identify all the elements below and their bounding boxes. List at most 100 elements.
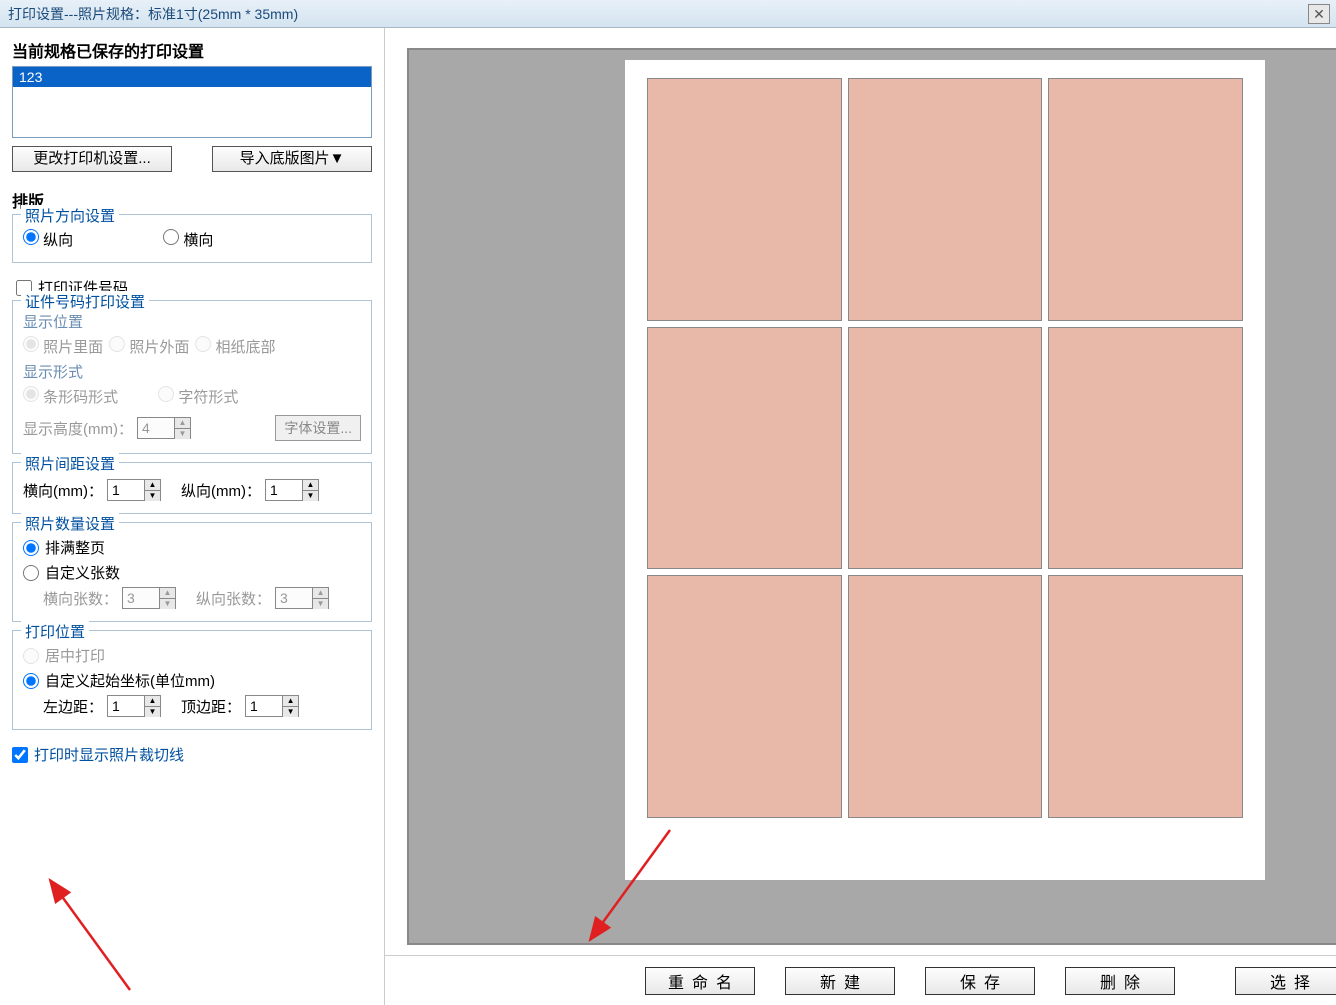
spacing-v-label: 纵向(mm)： xyxy=(181,480,261,501)
rename-button[interactable]: 重命名 xyxy=(645,967,755,995)
count-fullpage-radio[interactable] xyxy=(23,540,39,556)
spacing-v-spinner[interactable]: ▲▼ xyxy=(265,479,319,501)
spinner-down-icon: ▼ xyxy=(175,429,190,439)
spacing-heading: 照片间距设置 xyxy=(21,453,119,474)
preset-buttons-row: 更改打印机设置... 导入底版图片▼ xyxy=(12,146,372,172)
spacing-h-input[interactable] xyxy=(108,480,144,500)
spinner-down-icon[interactable]: ▼ xyxy=(145,707,160,717)
position-center-radio xyxy=(23,648,39,664)
id-height-input xyxy=(138,418,174,438)
saved-presets-list[interactable]: 123 xyxy=(12,66,372,138)
preview-panel: 重命名 新建 保存 删除 选择 取消 xyxy=(385,28,1336,1005)
spinner-down-icon: ▼ xyxy=(160,599,175,609)
spinner-down-icon[interactable]: ▼ xyxy=(303,491,318,501)
window-title: 打印设置---照片规格：标准1寸(25mm * 35mm) xyxy=(8,4,298,24)
orientation-fieldset: 照片方向设置 纵向 横向 xyxy=(12,214,372,263)
id-form-char-option: 字符形式 xyxy=(158,386,238,407)
close-icon: ✕ xyxy=(1313,6,1325,22)
preset-item[interactable]: 123 xyxy=(13,67,371,87)
photo-cell xyxy=(848,78,1043,321)
id-position-label: 显示位置 xyxy=(23,311,361,332)
id-form-char-radio xyxy=(158,386,174,402)
id-settings-fieldset: 证件号码打印设置 显示位置 照片里面 照片外面 相纸底部 显示形式 条形码形式 … xyxy=(12,300,372,454)
id-pos-bottom-radio xyxy=(195,336,211,352)
count-heading: 照片数量设置 xyxy=(21,513,119,534)
spinner-up-icon[interactable]: ▲ xyxy=(303,480,318,491)
orientation-label: 照片方向设置 xyxy=(21,205,119,226)
id-settings-heading: 证件号码打印设置 xyxy=(21,291,149,312)
delete-button[interactable]: 删除 xyxy=(1065,967,1175,995)
photo-cell xyxy=(848,327,1043,570)
orientation-landscape-option[interactable]: 横向 xyxy=(163,229,213,250)
position-left-spinner[interactable]: ▲▼ xyxy=(107,695,161,717)
orientation-portrait-option[interactable]: 纵向 xyxy=(23,229,73,250)
spinner-up-icon[interactable]: ▲ xyxy=(283,696,298,707)
spinner-down-icon[interactable]: ▼ xyxy=(145,491,160,501)
photo-cell xyxy=(1048,575,1243,818)
paper-preview xyxy=(625,60,1265,880)
cutline-label: 打印时显示照片裁切线 xyxy=(34,744,184,765)
spinner-up-icon[interactable]: ▲ xyxy=(145,696,160,707)
spacing-v-input[interactable] xyxy=(266,480,302,500)
orientation-portrait-radio[interactable] xyxy=(23,229,39,245)
orientation-landscape-radio[interactable] xyxy=(163,229,179,245)
spinner-down-icon[interactable]: ▼ xyxy=(283,707,298,717)
count-fieldset: 照片数量设置 排满整页 自定义张数 横向张数： ▲▼ xyxy=(12,522,372,622)
photo-grid xyxy=(647,78,1243,818)
photo-cell xyxy=(848,575,1043,818)
settings-panel: 当前规格已保存的打印设置 123 更改打印机设置... 导入底版图片▼ 排版 照… xyxy=(0,28,385,1005)
import-background-button[interactable]: 导入底版图片▼ xyxy=(212,146,372,172)
count-custom-label: 自定义张数 xyxy=(45,562,120,583)
position-heading: 打印位置 xyxy=(21,621,89,642)
position-custom-radio[interactable] xyxy=(23,673,39,689)
titlebar: 打印设置---照片规格：标准1寸(25mm * 35mm) ✕ xyxy=(0,0,1336,28)
count-v-label: 纵向张数： xyxy=(196,588,271,609)
count-h-label: 横向张数： xyxy=(43,588,118,609)
count-fullpage-label: 排满整页 xyxy=(45,537,105,558)
spacing-h-spinner[interactable]: ▲▼ xyxy=(107,479,161,501)
photo-cell xyxy=(647,327,842,570)
spinner-up-icon: ▲ xyxy=(160,588,175,599)
printer-settings-button[interactable]: 更改打印机设置... xyxy=(12,146,172,172)
id-pos-outside-option: 照片外面 xyxy=(109,336,189,357)
id-height-spinner: ▲▼ xyxy=(137,417,191,439)
position-left-label: 左边距： xyxy=(43,696,103,717)
photo-cell xyxy=(647,78,842,321)
id-pos-inside-radio xyxy=(23,336,39,352)
save-button[interactable]: 保存 xyxy=(925,967,1035,995)
position-left-input[interactable] xyxy=(108,696,144,716)
spinner-up-icon: ▲ xyxy=(175,418,190,429)
id-pos-bottom-option: 相纸底部 xyxy=(195,336,275,357)
spinner-up-icon[interactable]: ▲ xyxy=(145,480,160,491)
photo-cell xyxy=(647,575,842,818)
id-pos-outside-radio xyxy=(109,336,125,352)
saved-presets-heading: 当前规格已保存的打印设置 xyxy=(12,38,372,62)
spinner-up-icon: ▲ xyxy=(313,588,328,599)
photo-cell xyxy=(1048,327,1243,570)
select-button[interactable]: 选择 xyxy=(1235,967,1336,995)
count-h-input xyxy=(123,588,159,608)
font-settings-button: 字体设置... xyxy=(275,415,361,441)
count-h-spinner: ▲▼ xyxy=(122,587,176,609)
position-custom-label: 自定义起始坐标(单位mm) xyxy=(45,670,215,691)
spinner-down-icon: ▼ xyxy=(313,599,328,609)
id-form-barcode-radio xyxy=(23,386,39,402)
position-top-spinner[interactable]: ▲▼ xyxy=(245,695,299,717)
new-button[interactable]: 新建 xyxy=(785,967,895,995)
position-fieldset: 打印位置 居中打印 自定义起始坐标(单位mm) 左边距： ▲▼ xyxy=(12,630,372,730)
count-v-spinner: ▲▼ xyxy=(275,587,329,609)
cutline-checkbox[interactable] xyxy=(12,747,28,763)
id-form-label: 显示形式 xyxy=(23,361,361,382)
position-top-label: 顶边距： xyxy=(181,696,241,717)
position-top-input[interactable] xyxy=(246,696,282,716)
preview-frame xyxy=(407,48,1336,945)
preview-area xyxy=(385,28,1336,955)
print-settings-window: 打印设置---照片规格：标准1寸(25mm * 35mm) ✕ 当前规格已保存的… xyxy=(0,0,1336,1005)
main-area: 当前规格已保存的打印设置 123 更改打印机设置... 导入底版图片▼ 排版 照… xyxy=(0,28,1336,1005)
spacing-fieldset: 照片间距设置 横向(mm)： ▲▼ 纵向(mm)： ▲▼ xyxy=(12,462,372,514)
spacing-h-label: 横向(mm)： xyxy=(23,480,103,501)
position-center-label: 居中打印 xyxy=(45,645,105,666)
count-custom-radio[interactable] xyxy=(23,565,39,581)
bottom-button-bar: 重命名 新建 保存 删除 选择 取消 xyxy=(385,955,1336,1005)
close-button[interactable]: ✕ xyxy=(1308,4,1330,24)
